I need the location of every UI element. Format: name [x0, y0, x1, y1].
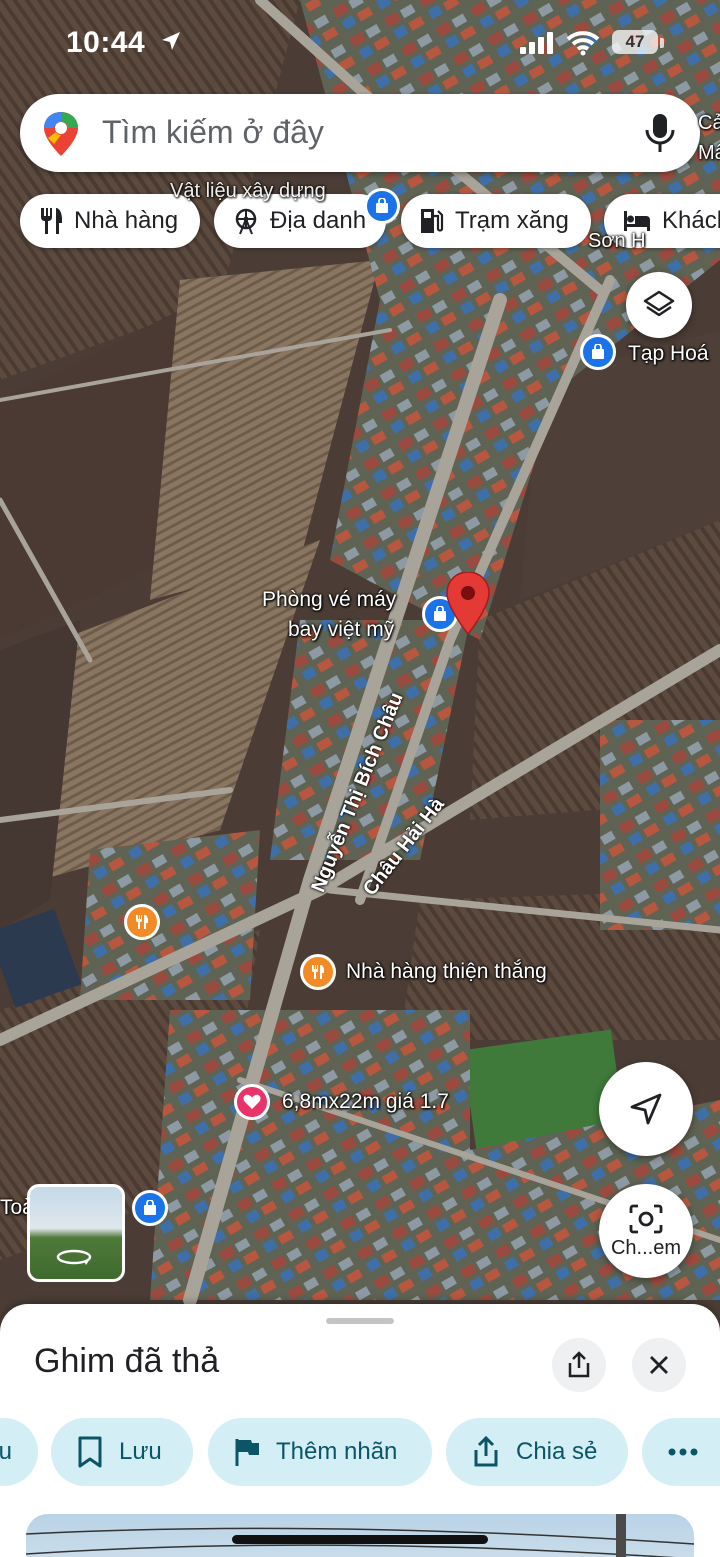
- status-bar: 10:44 47: [0, 0, 720, 88]
- camera-search-button[interactable]: Ch...em: [599, 1184, 693, 1278]
- layers-button[interactable]: [626, 272, 692, 338]
- restaurant-poi-icon[interactable]: [124, 904, 160, 940]
- action-label: Thêm nhãn: [276, 1438, 398, 1465]
- battery-level: 47: [612, 30, 658, 54]
- action-directions[interactable]: u: [0, 1418, 38, 1486]
- shopping-bag-icon: [592, 344, 604, 359]
- street-view-thumbnail[interactable]: [27, 1184, 125, 1282]
- flag-icon: [235, 1439, 259, 1466]
- shop-poi-icon[interactable]: [132, 1190, 168, 1226]
- fork-knife-icon: [312, 965, 324, 979]
- close-sheet-button[interactable]: [632, 1338, 686, 1392]
- dropped-pin-sheet[interactable]: Ghim đã thả u Lưu Thêm nhãn Chia sẻ: [0, 1304, 720, 1557]
- layers-icon: [643, 290, 675, 317]
- share-sheet-button[interactable]: [552, 1338, 606, 1392]
- sheet-title: Ghim đã thả: [34, 1342, 220, 1380]
- navigation-arrow-icon: [630, 1093, 662, 1125]
- action-label: u: [0, 1438, 12, 1465]
- share-icon: [474, 1436, 498, 1467]
- chip-label: Địa danh: [270, 207, 367, 234]
- my-location-button[interactable]: [599, 1062, 693, 1156]
- map-label-vat-lieu[interactable]: Vật liệu xây dựng: [170, 180, 326, 203]
- saved-place-icon[interactable]: [234, 1084, 270, 1120]
- chip-label: Trạm xăng: [455, 207, 569, 234]
- shopping-bag-icon: [376, 198, 388, 213]
- fork-knife-icon: [41, 208, 62, 234]
- action-save[interactable]: Lưu: [51, 1418, 193, 1486]
- maps-logo-icon: [44, 112, 78, 156]
- chip-label: Nhà hàng: [74, 207, 179, 234]
- map-label-top-right-2[interactable]: Mấy: [698, 142, 720, 165]
- map-label-nha-hang[interactable]: Nhà hàng thiện thắng: [346, 960, 547, 984]
- map-label-phong-ve-line1[interactable]: Phòng vé máy: [262, 588, 396, 612]
- action-add-label[interactable]: Thêm nhãn: [208, 1418, 432, 1486]
- home-indicator[interactable]: [232, 1535, 488, 1544]
- map-label-dat[interactable]: 6,8mx22m giá 1.7: [282, 1090, 449, 1114]
- clock: 10:44: [66, 26, 146, 59]
- sheet-grabber[interactable]: [326, 1318, 394, 1324]
- close-icon: [650, 1356, 668, 1374]
- action-label: Chia sẻ: [516, 1438, 598, 1465]
- gas-pump-icon: [421, 209, 444, 233]
- shop-poi-icon[interactable]: [580, 334, 616, 370]
- share-icon: [568, 1351, 590, 1378]
- map-label-phong-ve-line2[interactable]: bay việt mỹ: [288, 618, 394, 642]
- action-more[interactable]: [642, 1418, 720, 1486]
- search-input[interactable]: Tìm kiếm ở đây: [102, 114, 324, 151]
- map-label-top-right-1[interactable]: Cả: [698, 112, 720, 135]
- map-label-tap-hoa[interactable]: Tạp Hoá: [628, 342, 709, 366]
- ferris-wheel-icon: [235, 208, 257, 235]
- battery-tip: [660, 38, 664, 48]
- action-label: Lưu: [119, 1438, 162, 1465]
- cellular-signal-icon: [520, 32, 553, 54]
- camera-button-label: Ch...em: [610, 1236, 682, 1259]
- restaurant-poi-icon[interactable]: [300, 954, 336, 990]
- search-bar[interactable]: Tìm kiếm ở đây: [20, 94, 700, 172]
- dropped-pin-icon[interactable]: [446, 572, 490, 634]
- map-label-son[interactable]: Sơn H: [588, 230, 646, 253]
- wifi-icon: [566, 31, 600, 56]
- bookmark-icon: [78, 1436, 102, 1468]
- heart-icon: [243, 1094, 261, 1109]
- rotate-360-icon: [56, 1249, 92, 1265]
- more-icon: [668, 1448, 698, 1456]
- shopping-bag-icon: [144, 1200, 156, 1215]
- action-share[interactable]: Chia sẻ: [446, 1418, 628, 1486]
- shop-poi-icon[interactable]: [364, 188, 400, 224]
- fork-knife-icon: [136, 915, 148, 929]
- chip-gas-stations[interactable]: Trạm xăng: [401, 194, 591, 248]
- location-arrow-icon: [162, 32, 180, 50]
- microphone-icon[interactable]: [640, 112, 680, 154]
- camera-lens-icon: [629, 1204, 663, 1233]
- chip-label: Khách: [662, 207, 720, 234]
